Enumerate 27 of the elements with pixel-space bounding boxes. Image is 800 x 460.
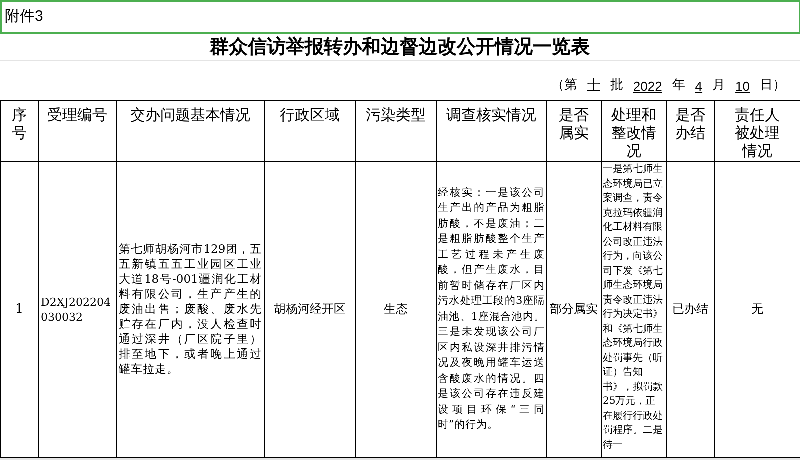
column-header: 污染类型 (356, 100, 436, 162)
batch-date-text: （第 (551, 77, 578, 94)
batch-date-text: 4 (694, 79, 704, 94)
table-cell: 1 (0, 162, 38, 458)
table-cell: 一是第七师生态环境局已立案调查，责令克拉玛依疆润化工材料有限公司改正违法行为，向该公司下发《第七师生态环境局责令改正违法行为决定书》和《第七师生态环境局行政处罚事先（听证）告知书》，拟罚款25万元，正在履行行政处罚程序。二是待一 (602, 162, 666, 458)
table-title: 群众信访举报转办和边督边改公开情况一览表 (210, 35, 590, 60)
column-header: 责任人被处理情况 (714, 100, 800, 162)
table-cell: 部分属实 (546, 162, 602, 458)
column-header: 行政区域 (264, 100, 356, 162)
table-cell: 生态 (356, 162, 436, 458)
batch-date-text: 十 (586, 76, 602, 94)
attachment-label-cell[interactable]: 附件3 (0, 0, 800, 34)
batch-date-text: 月 (712, 77, 726, 94)
column-header: 受理编号 (38, 100, 116, 162)
column-header: 序号 (0, 100, 38, 162)
batch-date-text: 年 (672, 77, 686, 94)
column-header: 是否属实 (546, 100, 602, 162)
column-header: 处理和整改情况 (602, 100, 666, 162)
batch-date-text: 批 (610, 77, 624, 94)
column-header: 是否办结 (666, 100, 714, 162)
batch-date-text: 2022 (632, 79, 664, 94)
batch-date-text: 日） (760, 77, 786, 94)
batch-date-text: 10 (734, 79, 751, 94)
table-cell: 已办结 (666, 162, 714, 458)
table-cell: D2XJ202204030032 (38, 162, 116, 458)
column-header: 交办问题基本情况 (116, 100, 264, 162)
column-header: 调查核实情况 (436, 100, 546, 162)
